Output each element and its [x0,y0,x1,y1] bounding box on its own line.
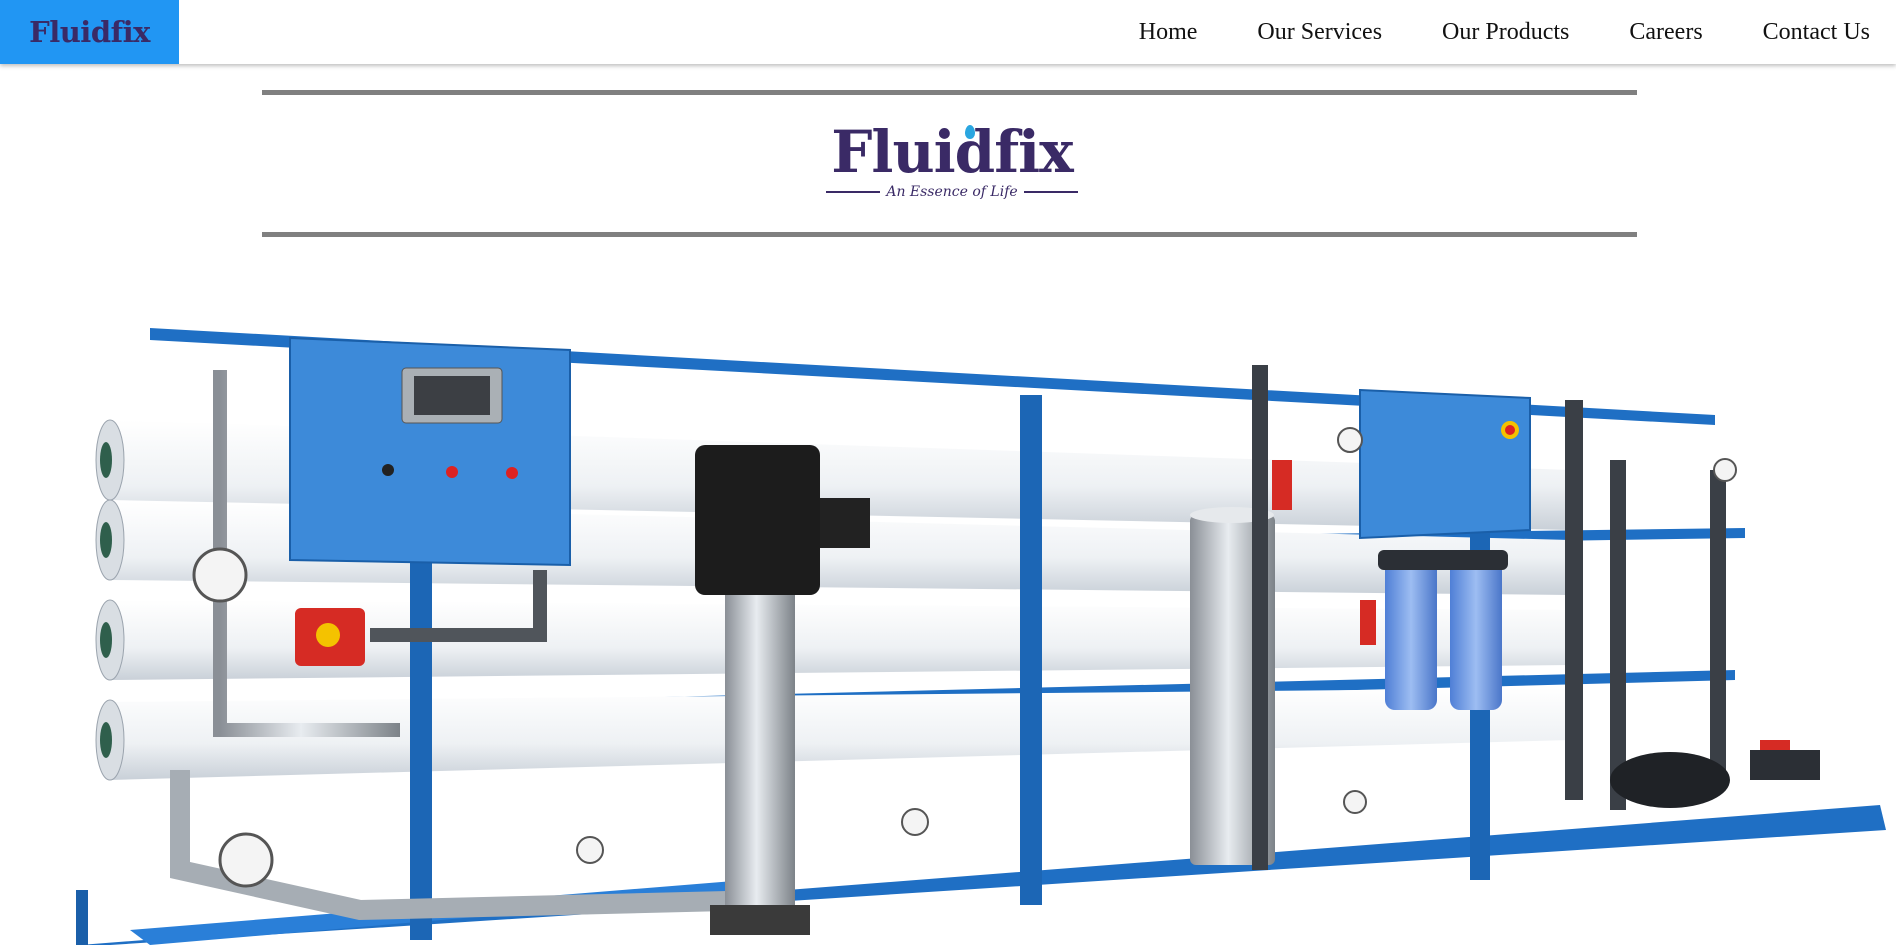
nav-careers[interactable]: Careers [1629,19,1702,46]
logo-tagline: An Essence of Life [886,184,1018,200]
nav-contact-us[interactable]: Contact Us [1763,19,1870,46]
fluidfix-logo: Fluidfix An Essence of Life [826,120,1078,212]
top-divider [262,90,1637,95]
bottom-divider [262,232,1637,237]
logo-name: Fluidfix [831,118,1074,186]
nav-our-products[interactable]: Our Products [1442,19,1569,46]
ro-plant-image [70,310,1886,945]
water-drop-icon [965,125,975,139]
brand-logo-link[interactable]: Fluidfix [0,0,179,64]
top-navbar: Fluidfix Home Our Services Our Products … [0,0,1896,64]
main-nav: Home Our Services Our Products Careers C… [1079,0,1896,64]
nav-our-services[interactable]: Our Services [1257,19,1382,46]
nav-home[interactable]: Home [1139,19,1198,46]
brand-name: Fluidfix [29,15,150,49]
